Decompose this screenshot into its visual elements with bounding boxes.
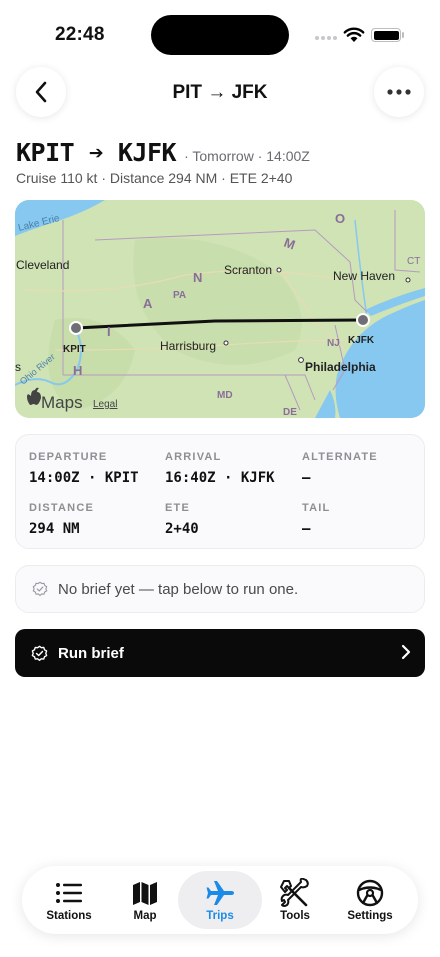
map-canvas: Lake Erie Cleveland Scranton New Haven C… xyxy=(15,200,425,418)
map-label-letter-a: A xyxy=(143,296,153,311)
battery-icon xyxy=(371,28,401,42)
tab-stations-label: Stations xyxy=(46,910,92,922)
tab-map-label: Map xyxy=(133,910,157,922)
map-label-ct: CT xyxy=(407,256,420,267)
status-time: 22:48 xyxy=(55,24,105,45)
tab-bar: Stations Map Trips Tools Settings xyxy=(22,866,418,934)
tab-map[interactable]: Map xyxy=(103,871,187,929)
distance-cell: DISTANCE 294 NM xyxy=(29,502,94,537)
map-label-new-haven: New Haven xyxy=(333,269,395,283)
map-label-kpit: KPIT xyxy=(63,344,86,355)
map-label-letter-i: I xyxy=(107,324,111,339)
map-label-letter-h: H xyxy=(73,363,82,378)
map-label-letter-s: s xyxy=(15,360,21,374)
departure-label: DEPARTURE xyxy=(29,451,108,463)
tools-icon xyxy=(280,878,309,907)
airplane-icon xyxy=(206,881,234,905)
tab-trips[interactable]: Trips xyxy=(178,871,262,929)
run-brief-button[interactable]: Run brief xyxy=(15,629,425,677)
tab-settings-label: Settings xyxy=(347,910,393,922)
map-label-philadelphia: Philadelphia xyxy=(305,360,376,374)
map-label-md: MD xyxy=(217,390,233,401)
tail-cell: TAIL — xyxy=(302,502,330,537)
map-label-cleveland: Cleveland xyxy=(16,258,69,272)
map-label-scranton: Scranton xyxy=(224,263,272,277)
alternate-value: — xyxy=(302,470,311,486)
maps-brand-text: Maps xyxy=(41,393,83,412)
ellipsis-icon xyxy=(387,89,411,95)
cellular-signal-icon xyxy=(315,36,337,40)
arrival-label: ARRIVAL xyxy=(165,451,222,463)
map-label-harrisburg: Harrisburg xyxy=(160,339,216,353)
kjfk-marker[interactable] xyxy=(356,313,370,327)
kpit-marker[interactable] xyxy=(69,321,83,335)
alternate-label: ALTERNATE xyxy=(302,451,378,463)
list-icon xyxy=(56,883,82,903)
wifi-icon xyxy=(343,27,365,42)
map-label-letter-n: N xyxy=(193,270,202,285)
brief-status-notice: No brief yet — tap below to run one. xyxy=(15,565,425,613)
map-label-nj: NJ xyxy=(327,338,340,349)
map-label-de: DE xyxy=(283,407,297,418)
arrival-cell: ARRIVAL 16:40Z · KJFK xyxy=(165,451,275,486)
map-label-letter-o: O xyxy=(335,211,345,226)
tab-tools[interactable]: Tools xyxy=(253,871,337,929)
arrival-value: 16:40Z · KJFK xyxy=(165,470,275,486)
distance-label: DISTANCE xyxy=(29,502,95,514)
flight-info-card: DEPARTURE 14:00Z · KPIT ARRIVAL 16:40Z ·… xyxy=(15,434,425,549)
route-map[interactable]: Lake Erie Cleveland Scranton New Haven C… xyxy=(15,200,425,418)
verified-badge-icon xyxy=(32,581,48,596)
verified-badge-icon xyxy=(31,645,48,661)
ete-cell: ETE 2+40 xyxy=(165,502,199,537)
tail-label: TAIL xyxy=(302,502,331,514)
map-icon xyxy=(133,882,157,905)
map-legal-link[interactable]: Legal xyxy=(93,399,117,410)
tail-value: — xyxy=(302,521,311,537)
tab-settings[interactable]: Settings xyxy=(328,871,412,929)
departure-cell: DEPARTURE 14:00Z · KPIT xyxy=(29,451,139,486)
chevron-right-icon xyxy=(401,644,411,660)
distance-value: 294 NM xyxy=(29,521,80,537)
status-bar: 22:48 xyxy=(0,0,440,62)
map-label-pa: PA xyxy=(173,290,186,301)
run-brief-label: Run brief xyxy=(58,644,124,662)
brief-status-text: No brief yet — tap below to run one. xyxy=(58,580,299,598)
tab-trips-label: Trips xyxy=(206,910,234,922)
steering-wheel-icon xyxy=(356,879,384,907)
departure-value: 14:00Z · KPIT xyxy=(29,470,139,486)
alternate-cell: ALTERNATE — xyxy=(302,451,378,486)
map-label-kjfk: KJFK xyxy=(348,335,375,346)
route-title: KPIT ➔ KJFK xyxy=(16,138,177,167)
ete-label: ETE xyxy=(165,502,190,514)
dynamic-island xyxy=(151,15,289,55)
route-schedule: · Tomorrow · 14:00Z xyxy=(184,148,310,164)
tab-tools-label: Tools xyxy=(280,910,310,922)
route-header: KPIT ➔ KJFK · Tomorrow · 14:00Z xyxy=(16,138,310,167)
route-summary: Cruise 110 kt · Distance 294 NM · ETE 2+… xyxy=(16,170,293,186)
ete-value: 2+40 xyxy=(165,521,199,537)
tab-stations[interactable]: Stations xyxy=(27,871,111,929)
more-options-button[interactable] xyxy=(374,67,424,117)
